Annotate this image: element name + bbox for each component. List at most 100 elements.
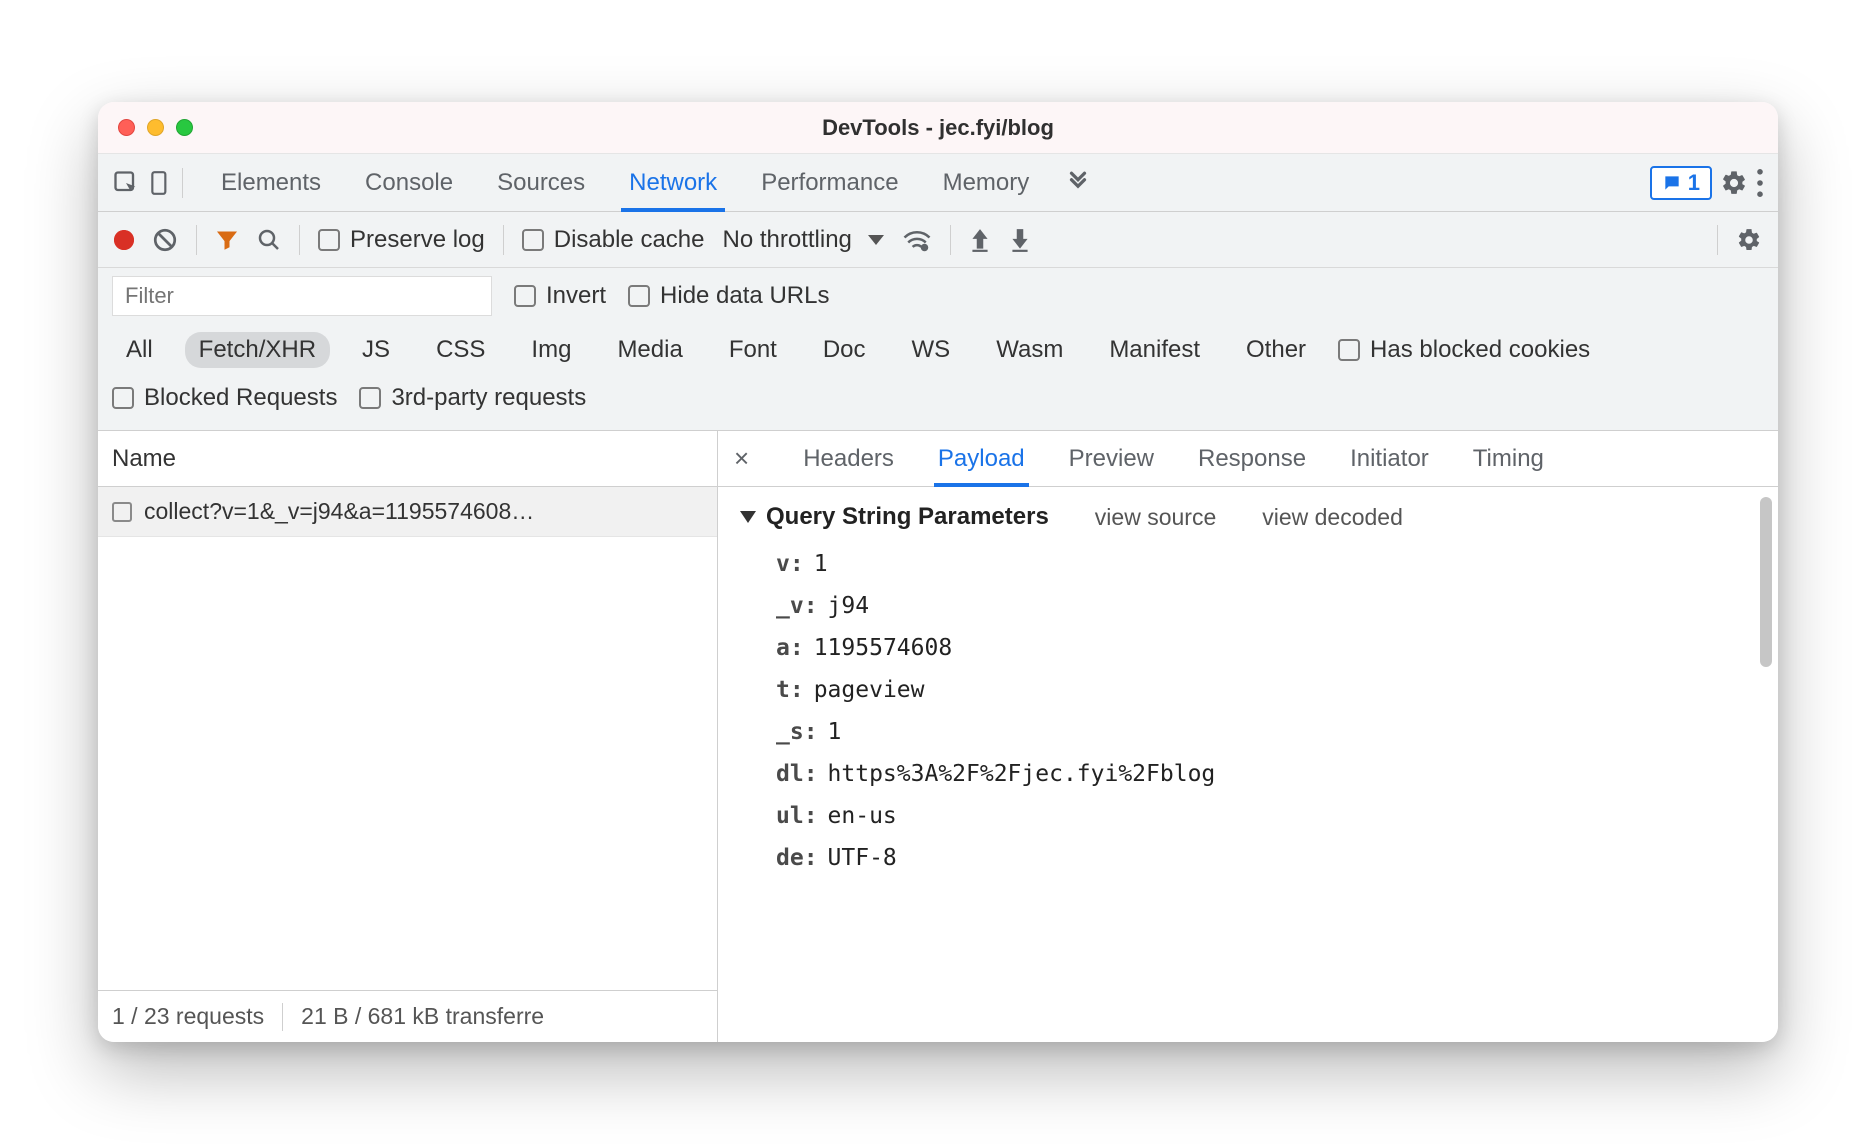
type-filter-img[interactable]: Img: [517, 332, 585, 368]
panel-tab-sources[interactable]: Sources: [493, 154, 589, 211]
network-toolbar: Preserve log Disable cache No throttling: [98, 212, 1778, 268]
filter-bar: Invert Hide data URLs All Fetch/XHR JS CSS I…: [98, 268, 1778, 431]
param-key: dl:: [776, 761, 818, 787]
preserve-log-label: Preserve log: [350, 226, 485, 254]
blocked-requests-checkbox[interactable]: Blocked Requests: [112, 384, 337, 412]
disclosure-triangle-icon: [740, 511, 756, 523]
invert-checkbox[interactable]: Invert: [514, 282, 606, 310]
param-key: ul:: [776, 803, 818, 829]
query-params-section-header[interactable]: Query String Parameters view source view…: [740, 503, 1756, 531]
panel-tab-performance[interactable]: Performance: [757, 154, 902, 211]
view-source-link[interactable]: view source: [1095, 504, 1216, 531]
detail-tab-response[interactable]: Response: [1198, 431, 1306, 486]
separator: [196, 225, 197, 255]
device-toolbar-icon[interactable]: [148, 169, 174, 197]
clear-icon[interactable]: [152, 227, 178, 253]
param-row: t:pageview: [776, 669, 1756, 711]
param-key: _s:: [776, 719, 818, 745]
param-row: v: 1: [776, 543, 1756, 585]
detail-tab-headers[interactable]: Headers: [803, 431, 894, 486]
separator: [950, 225, 951, 255]
panel-tab-network[interactable]: Network: [625, 154, 721, 211]
record-button[interactable]: [114, 230, 134, 250]
detail-tab-payload[interactable]: Payload: [938, 431, 1025, 486]
request-row[interactable]: collect?v=1&_v=j94&a=1195574608…: [98, 487, 717, 537]
request-count: 1 / 23 requests: [112, 1003, 264, 1030]
type-filter-css[interactable]: CSS: [422, 332, 499, 368]
checkbox-icon: [514, 285, 536, 307]
type-filter-js[interactable]: JS: [348, 332, 404, 368]
third-party-checkbox[interactable]: 3rd-party requests: [359, 384, 586, 412]
param-key: a:: [776, 635, 804, 661]
disable-cache-label: Disable cache: [554, 226, 705, 254]
titlebar: DevTools - jec.fyi/blog: [98, 102, 1778, 154]
type-filter-all[interactable]: All: [112, 332, 167, 368]
chevron-down-icon: [868, 235, 884, 245]
request-detail-pane: × Headers Payload Preview Response Initiator…: [718, 431, 1778, 1042]
third-party-label: 3rd-party requests: [391, 384, 586, 412]
separator: [282, 1003, 283, 1031]
param-value: en-us: [828, 803, 897, 829]
param-value: j94: [828, 593, 870, 619]
type-filter-media[interactable]: Media: [603, 332, 696, 368]
request-list: collect?v=1&_v=j94&a=1195574608…: [98, 487, 717, 990]
network-settings-gear-icon[interactable]: [1736, 227, 1762, 253]
preserve-log-checkbox[interactable]: Preserve log: [318, 226, 485, 254]
param-key: t:: [776, 677, 804, 703]
param-key: v:: [776, 551, 804, 577]
type-filter-wasm[interactable]: Wasm: [982, 332, 1077, 368]
panel-tab-elements[interactable]: Elements: [217, 154, 325, 211]
filter-funnel-icon[interactable]: [215, 228, 239, 252]
request-list-header[interactable]: Name: [98, 431, 717, 487]
more-tabs-icon[interactable]: [1065, 170, 1091, 196]
detail-body: Query String Parameters view source view…: [718, 487, 1778, 1042]
kebab-menu-icon[interactable]: [1756, 169, 1764, 197]
panel-tab-console[interactable]: Console: [361, 154, 457, 211]
separator: [1717, 225, 1718, 255]
panel-tab-memory[interactable]: Memory: [939, 154, 1034, 211]
request-name: collect?v=1&_v=j94&a=1195574608…: [144, 498, 534, 525]
view-decoded-link[interactable]: view decoded: [1262, 504, 1403, 531]
param-value: UTF-8: [828, 845, 897, 871]
throttling-value: No throttling: [722, 226, 851, 254]
blocked-requests-label: Blocked Requests: [144, 384, 337, 412]
settings-gear-icon[interactable]: [1720, 169, 1748, 197]
scrollbar-thumb[interactable]: [1760, 497, 1772, 667]
detail-tab-preview[interactable]: Preview: [1069, 431, 1154, 486]
checkbox-icon: [112, 387, 134, 409]
has-blocked-cookies-checkbox[interactable]: Has blocked cookies: [1338, 336, 1590, 364]
window-title: DevTools - jec.fyi/blog: [98, 115, 1778, 141]
filter-input[interactable]: [112, 276, 492, 316]
checkbox-icon: [628, 285, 650, 307]
close-detail-icon[interactable]: ×: [734, 443, 749, 474]
throttling-select[interactable]: No throttling: [722, 226, 883, 254]
name-column-header: Name: [112, 445, 176, 473]
param-row: dl:https%3A%2F%2Fjec.fyi%2Fblog: [776, 753, 1756, 795]
download-har-icon[interactable]: [1009, 227, 1031, 253]
issues-badge[interactable]: 1: [1650, 166, 1712, 200]
request-list-pane: Name collect?v=1&_v=j94&a=1195574608… 1 …: [98, 431, 718, 1042]
type-filter-fetch-xhr[interactable]: Fetch/XHR: [185, 332, 330, 368]
type-filter-font[interactable]: Font: [715, 332, 791, 368]
separator: [182, 168, 183, 198]
type-filter-doc[interactable]: Doc: [809, 332, 880, 368]
param-value: 1: [814, 551, 828, 577]
type-filter-other[interactable]: Other: [1232, 332, 1320, 368]
detail-tab-timing[interactable]: Timing: [1473, 431, 1544, 486]
type-filter-manifest[interactable]: Manifest: [1095, 332, 1214, 368]
checkbox-icon: [112, 502, 132, 522]
type-filter-ws[interactable]: WS: [898, 332, 965, 368]
devtools-window: DevTools - jec.fyi/blog Elements Console S…: [98, 102, 1778, 1042]
main-split: Name collect?v=1&_v=j94&a=1195574608… 1 …: [98, 431, 1778, 1042]
checkbox-icon: [1338, 339, 1360, 361]
hide-data-urls-checkbox[interactable]: Hide data URLs: [628, 282, 829, 310]
param-value: 1195574608: [814, 635, 952, 661]
search-icon[interactable]: [257, 228, 281, 252]
network-conditions-icon[interactable]: [902, 227, 932, 253]
disable-cache-checkbox[interactable]: Disable cache: [522, 226, 705, 254]
panel-tabstrip: Elements Console Sources Network Performance…: [98, 154, 1778, 212]
detail-tab-initiator[interactable]: Initiator: [1350, 431, 1429, 486]
inspect-element-icon[interactable]: [112, 169, 140, 197]
upload-har-icon[interactable]: [969, 227, 991, 253]
param-row: _s:1: [776, 711, 1756, 753]
